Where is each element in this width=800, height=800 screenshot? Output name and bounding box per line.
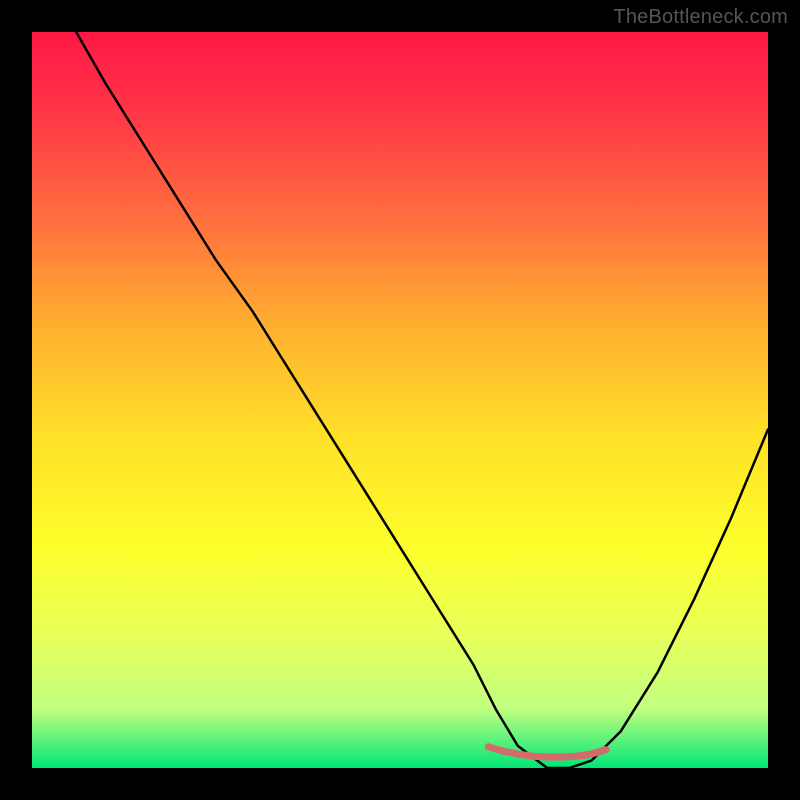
chart-svg (0, 0, 800, 800)
chart-container: TheBottleneck.com (0, 0, 800, 800)
watermark-text: TheBottleneck.com (613, 6, 788, 29)
